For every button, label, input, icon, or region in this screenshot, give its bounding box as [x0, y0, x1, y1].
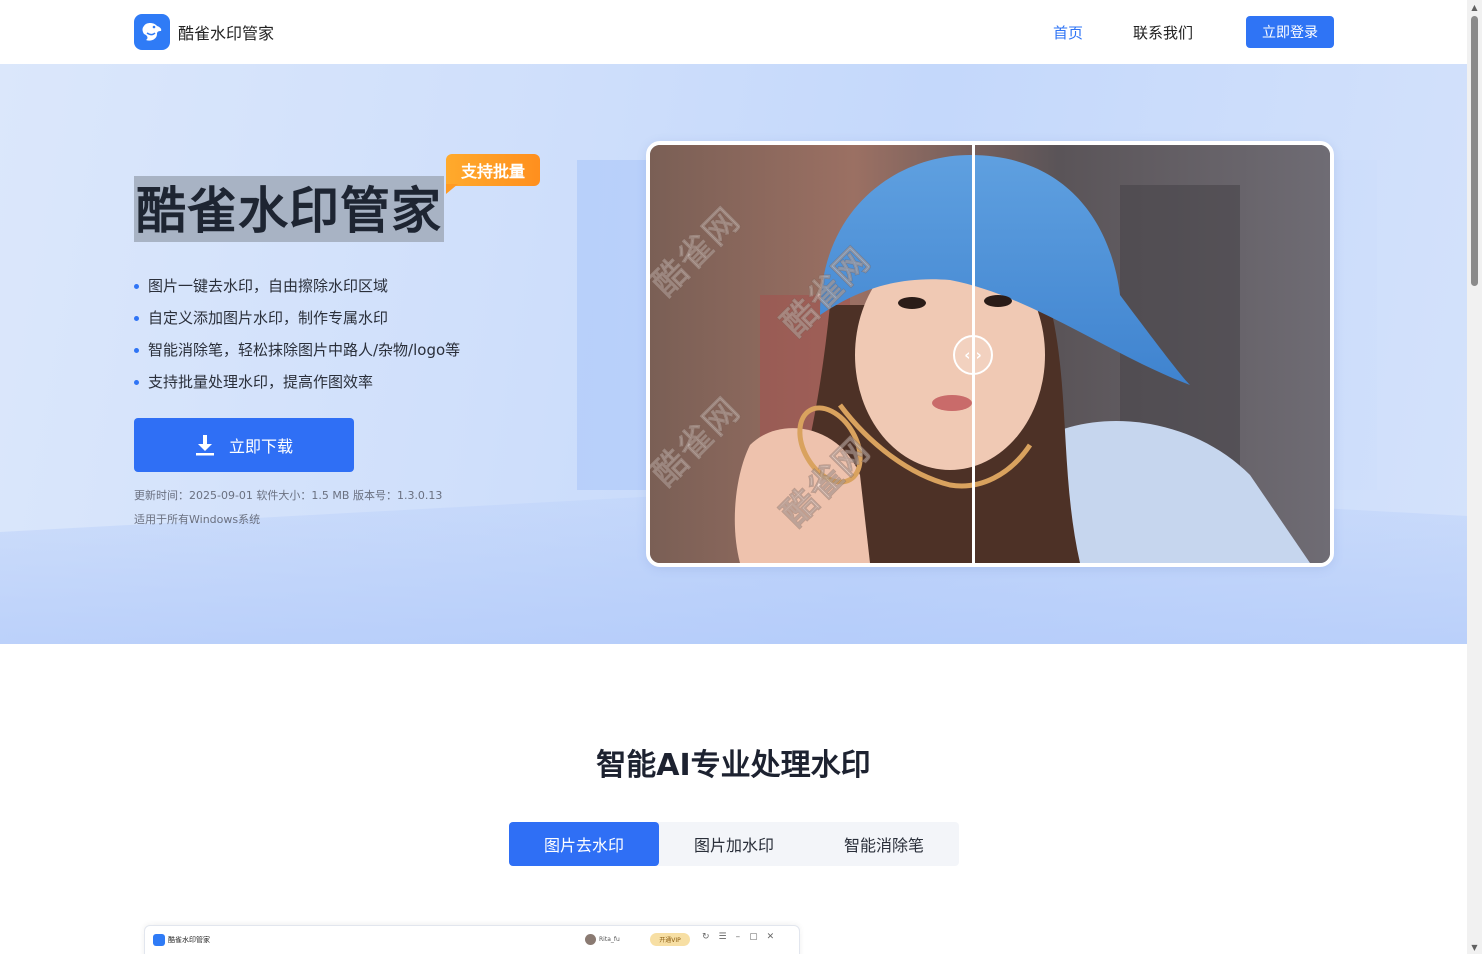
download-label: 立即下载 — [228, 439, 293, 456]
app-window-title: 酷雀水印管家 — [168, 936, 210, 944]
tab-add-watermark[interactable]: 图片加水印 — [659, 822, 809, 866]
scroll-up-arrow-icon[interactable]: ▲ — [1467, 0, 1482, 14]
top-header: 酷雀水印管家 首页 联系我们 立即登录 — [0, 0, 1467, 64]
bullet-dot-icon — [134, 379, 139, 385]
download-icon — [195, 434, 215, 456]
bullet-dot-icon — [134, 283, 139, 289]
feature-tabs: 图片去水印 图片加水印 智能消除笔 — [509, 822, 959, 866]
bullet-dot-icon — [134, 315, 139, 321]
window-controls: ↻☰–▢✕ — [702, 932, 784, 942]
username: Rita_fu — [599, 936, 620, 943]
feature-item: 智能消除笔，轻松抹除图片中路人/杂物/logo等 — [134, 334, 460, 366]
feature-list: 图片一键去水印，自由擦除水印区域 自定义添加图片水印，制作专属水印 智能消除笔，… — [134, 270, 460, 398]
feature-item: 图片一键去水印，自由擦除水印区域 — [134, 270, 460, 302]
avatar — [585, 934, 596, 945]
badge-tail — [446, 184, 458, 194]
os-compat: 适用于所有Windows系统 — [134, 513, 261, 526]
feature-item: 自定义添加图片水印，制作专属水印 — [134, 302, 460, 334]
download-button[interactable]: 立即下载 — [134, 418, 354, 472]
vip-badge: 开通VIP — [650, 933, 690, 946]
bird-logo-icon — [134, 14, 170, 50]
tab-smart-eraser[interactable]: 智能消除笔 — [809, 822, 959, 866]
compare-handle-icon[interactable]: ‹ › — [953, 335, 993, 375]
app-window-preview: 酷雀水印管家 Rita_fu 开通VIP ↻☰–▢✕ — [144, 925, 800, 954]
nav-home-link[interactable]: 首页 — [1053, 22, 1083, 43]
logo[interactable]: 酷雀水印管家 — [134, 14, 274, 50]
nav-contact-link[interactable]: 联系我们 — [1133, 22, 1193, 43]
tab-remove-watermark[interactable]: 图片去水印 — [509, 822, 659, 866]
bullet-dot-icon — [134, 347, 139, 353]
feature-item: 支持批量处理水印，提高作图效率 — [134, 366, 460, 398]
app-logo-icon — [153, 934, 165, 946]
page-scrollbar[interactable]: ▲ ▼ — [1467, 0, 1482, 954]
release-info: 更新时间：2025-09-01 软件大小：1.5 MB 版本号：1.3.0.13 — [134, 489, 443, 502]
hero-title: 酷雀水印管家 — [134, 176, 444, 242]
login-button[interactable]: 立即登录 — [1246, 16, 1334, 48]
before-after-compare[interactable]: 酷雀网 酷雀网 酷雀网 酷雀网 ‹ › — [646, 141, 1334, 567]
batch-badge: 支持批量 — [446, 154, 540, 186]
section-title: 智能AI专业处理水印 — [596, 748, 871, 783]
app-name: 酷雀水印管家 — [178, 24, 275, 43]
scroll-down-arrow-icon[interactable]: ▼ — [1467, 940, 1482, 954]
scroll-thumb[interactable] — [1471, 16, 1478, 286]
